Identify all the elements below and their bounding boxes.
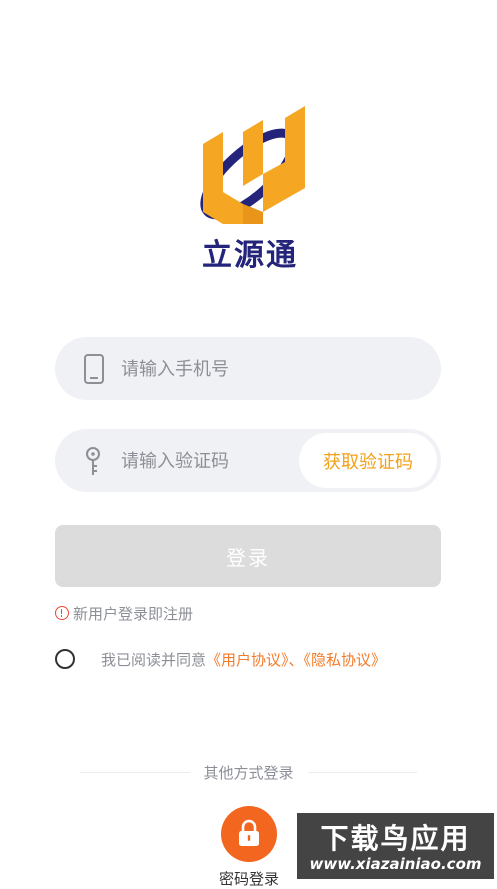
code-field[interactable]: 获取验证码 [55, 429, 441, 494]
other-login-divider: 其他方式登录 [80, 762, 418, 782]
login-button[interactable]: 登录 [55, 525, 441, 587]
other-login-label: 其他方式登录 [203, 763, 294, 782]
agree-checkbox[interactable] [55, 649, 75, 669]
agreement-row: 我已阅读并同意《用户协议》、《隐私协议》 [55, 647, 386, 671]
brand-name: 立源通 [202, 238, 298, 273]
phone-field[interactable] [55, 337, 441, 402]
warning-icon [55, 606, 69, 620]
watermark-url: www.xiazainiao.com [309, 855, 482, 873]
password-login-label: 密码登录 [218, 870, 279, 888]
watermark-badge: 下载鸟应用 www.xiazainiao.com [297, 813, 494, 879]
divider-line-left [80, 771, 190, 773]
divider-line-right [307, 771, 418, 773]
privacy-policy-link[interactable]: 《隐私协议》 [304, 651, 387, 669]
phone-icon [81, 354, 107, 384]
agree-prefix: 我已阅读并同意 [101, 650, 207, 669]
agreement-text: 我已阅读并同意《用户协议》、《隐私协议》 [101, 649, 386, 670]
watermark-title: 下载鸟应用 [320, 822, 471, 855]
register-notice: 新用户登录即注册 [55, 603, 193, 623]
key-icon [81, 446, 107, 476]
notice-text: 新用户登录即注册 [73, 604, 194, 623]
app-logo: 立源通 [185, 104, 315, 274]
agreement-separator: 、 [288, 650, 304, 669]
get-code-button[interactable]: 获取验证码 [299, 433, 437, 488]
lock-icon [239, 819, 259, 846]
password-login-button[interactable] [221, 806, 277, 862]
user-agreement-link[interactable]: 《用户协议》 [206, 651, 289, 669]
phone-input[interactable] [119, 337, 343, 402]
logo-mark [200, 106, 305, 224]
